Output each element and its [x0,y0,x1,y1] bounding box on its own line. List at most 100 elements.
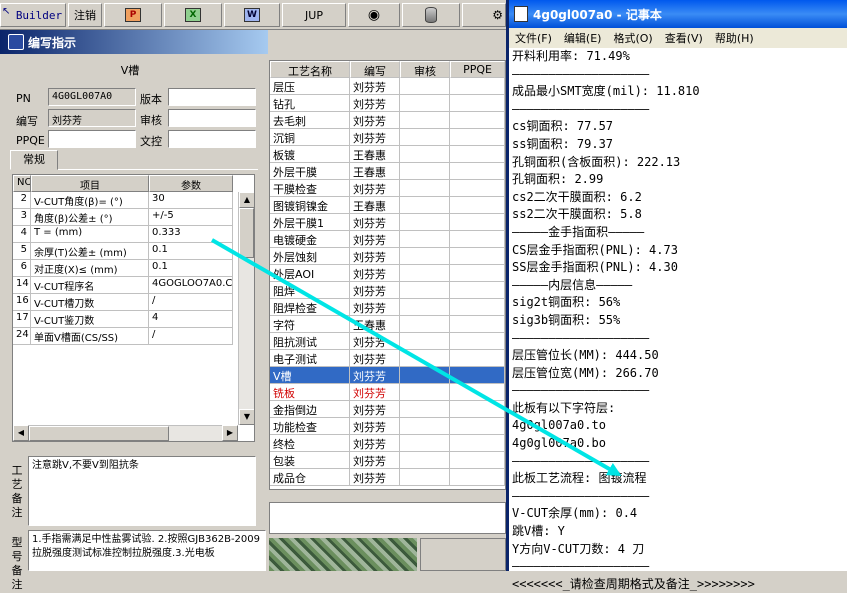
author-field[interactable]: 刘芬芳 [48,109,136,127]
param-row[interactable]: 6 对正度(X)≤ (mm) 0.1 [13,260,233,277]
param-row[interactable]: 17 V-CUT鉴刀数 4 [13,311,233,328]
process-review [400,78,450,95]
notepad-menu-item[interactable]: 编辑(E) [558,30,608,46]
process-row[interactable]: V槽 刘芬芳 [270,367,505,384]
logout-button[interactable]: 注销 [68,3,102,27]
grid-hscrollbar[interactable]: ◀ ▶ [13,425,238,441]
word-button[interactable]: W [224,3,280,27]
jup-button[interactable]: JUP [282,3,346,27]
process-name: 外层蚀刻 [270,248,350,265]
scroll-thumb[interactable] [239,208,254,258]
version-field[interactable] [168,88,256,106]
param-value: 0.1 [149,260,233,277]
process-row[interactable]: 钻孔 刘芬芳 [270,95,505,112]
process-row[interactable]: 外层AOI 刘芬芳 [270,265,505,282]
process-review [400,350,450,367]
param-row[interactable]: 24 单面V槽面(CS/SS) / [13,328,233,345]
param-value: +/-5 [149,209,233,226]
col-item[interactable]: 项目 [31,175,149,192]
process-name: 功能检查 [270,418,350,435]
col-process-name[interactable]: 工艺名称 [270,61,350,78]
process-row[interactable]: 沉铜 刘芬芳 [270,129,505,146]
process-row[interactable]: 阻焊 刘芬芳 [270,282,505,299]
notepad-line: —————金手指面积————— [512,224,645,239]
col-param[interactable]: 参数 [149,175,233,192]
process-review [400,418,450,435]
scroll-down-icon[interactable]: ▼ [239,409,254,425]
tab-general[interactable]: 常规 [10,150,58,170]
process-note-field[interactable]: 注意跳V,不要V到阻抗条 [28,456,256,526]
notepad-line: cs2二次干膜面积: 6.2 [512,189,642,204]
process-row[interactable]: 图镀铜镍金 王春惠 [270,197,505,214]
eye-button[interactable]: ◉ [348,3,400,27]
param-row[interactable]: 5 余厚(T)公差± (mm) 0.1 [13,243,233,260]
process-review [400,316,450,333]
process-detail-box[interactable] [269,502,506,534]
grid-vscrollbar[interactable]: ▲ ▼ [238,192,254,425]
notepad-menu-item[interactable]: 文件(F) [509,30,558,46]
process-row[interactable]: 外层干膜1 刘芬芳 [270,214,505,231]
process-row[interactable]: 铣板 刘芬芳 [270,384,505,401]
notepad-titlebar[interactable]: 4g0gl007a0 - 记事本 [509,0,847,28]
hscroll-thumb[interactable] [29,426,169,441]
process-name: 钻孔 [270,95,350,112]
process-row[interactable]: 外层蚀刻 刘芬芳 [270,248,505,265]
process-author: 刘芬芳 [350,78,400,95]
process-ppqe [450,265,505,282]
process-row[interactable]: 外层干膜 王春惠 [270,163,505,180]
pn-field[interactable]: 4G0GL007A0 [48,88,136,106]
process-row[interactable]: 去毛刺 刘芬芳 [270,112,505,129]
param-row[interactable]: 2 V-CUT角度(β)= (°) 30 [13,192,233,209]
ppqe-field[interactable] [48,130,136,148]
process-author: 王春惠 [350,197,400,214]
process-row[interactable]: 字符 王春惠 [270,316,505,333]
powerpoint-button[interactable]: P [104,3,162,27]
control-field[interactable] [168,130,256,148]
main-toolbar: ↖ Builder 注销 P X W JUP ◉ ⚙ [0,0,506,30]
database-button[interactable] [402,3,460,27]
param-row[interactable]: 16 V-CUT槽刀数 / [13,294,233,311]
notepad-menubar: 文件(F) 编辑(E) 格式(O) 查看(V) 帮助(H) [509,28,847,48]
notepad-line: 开料利用率: 71.49% [512,49,630,63]
builder-button[interactable]: ↖ Builder [0,3,66,27]
scroll-right-icon[interactable]: ▶ [222,425,238,441]
notepad-menu-item[interactable]: 格式(O) [607,30,658,46]
process-ppqe [450,367,505,384]
process-row[interactable]: 包装 刘芬芳 [270,452,505,469]
col-ppqe[interactable]: PPQE [450,61,505,78]
param-value: 0.333 [149,226,233,243]
process-row[interactable]: 成品仓 刘芬芳 [270,469,505,486]
scroll-left-icon[interactable]: ◀ [13,425,29,441]
notepad-line: —————内层信息————— [512,277,633,292]
col-no[interactable]: NO [13,175,31,192]
param-row[interactable]: 3 角度(β)公差± (°) +/-5 [13,209,233,226]
process-row[interactable]: 层压 刘芬芳 [270,78,505,95]
model-note-field[interactable]: 1.手指需满足中性盐雾试验. 2.按照GJB362B-2009拉脱强度测试标准控… [28,530,266,571]
process-row[interactable]: 板镀 王春惠 [270,146,505,163]
tools-button[interactable]: ⚙ [462,3,506,27]
scroll-up-icon[interactable]: ▲ [239,192,254,208]
process-row[interactable]: 功能检查 刘芬芳 [270,418,505,435]
param-no: 14 [13,277,31,294]
notepad-text-area[interactable]: 开料利用率: 71.49% ——————————————————— 成品最小SMT宽… [509,48,847,591]
param-row[interactable]: 4T = (mm) 0.333 [13,226,233,243]
notepad-menu-item[interactable]: 帮助(H) [709,30,760,46]
process-row[interactable]: 干膜检查 刘芬芳 [270,180,505,197]
col-author[interactable]: 编写 [350,61,400,78]
process-review [400,367,450,384]
process-ppqe [450,418,505,435]
excel-button[interactable]: X [164,3,222,27]
process-row[interactable]: 金指倒边 刘芬芳 [270,401,505,418]
logout-label: 注销 [74,9,96,22]
col-review[interactable]: 审核 [400,61,450,78]
process-row[interactable]: 电子测试 刘芬芳 [270,350,505,367]
param-row[interactable]: 14 V-CUT程序名 4GOGLOO7A0.CS [13,277,233,294]
process-row[interactable]: 终检 刘芬芳 [270,435,505,452]
process-row[interactable]: 阻焊检查 刘芬芳 [270,299,505,316]
process-row[interactable]: 电镀硬金 刘芬芳 [270,231,505,248]
process-row[interactable]: 阻抗测试 刘芬芳 [270,333,505,350]
process-ppqe [450,452,505,469]
notepad-menu-item[interactable]: 查看(V) [659,30,709,46]
param-value: / [149,328,233,345]
review-field[interactable] [168,109,256,127]
